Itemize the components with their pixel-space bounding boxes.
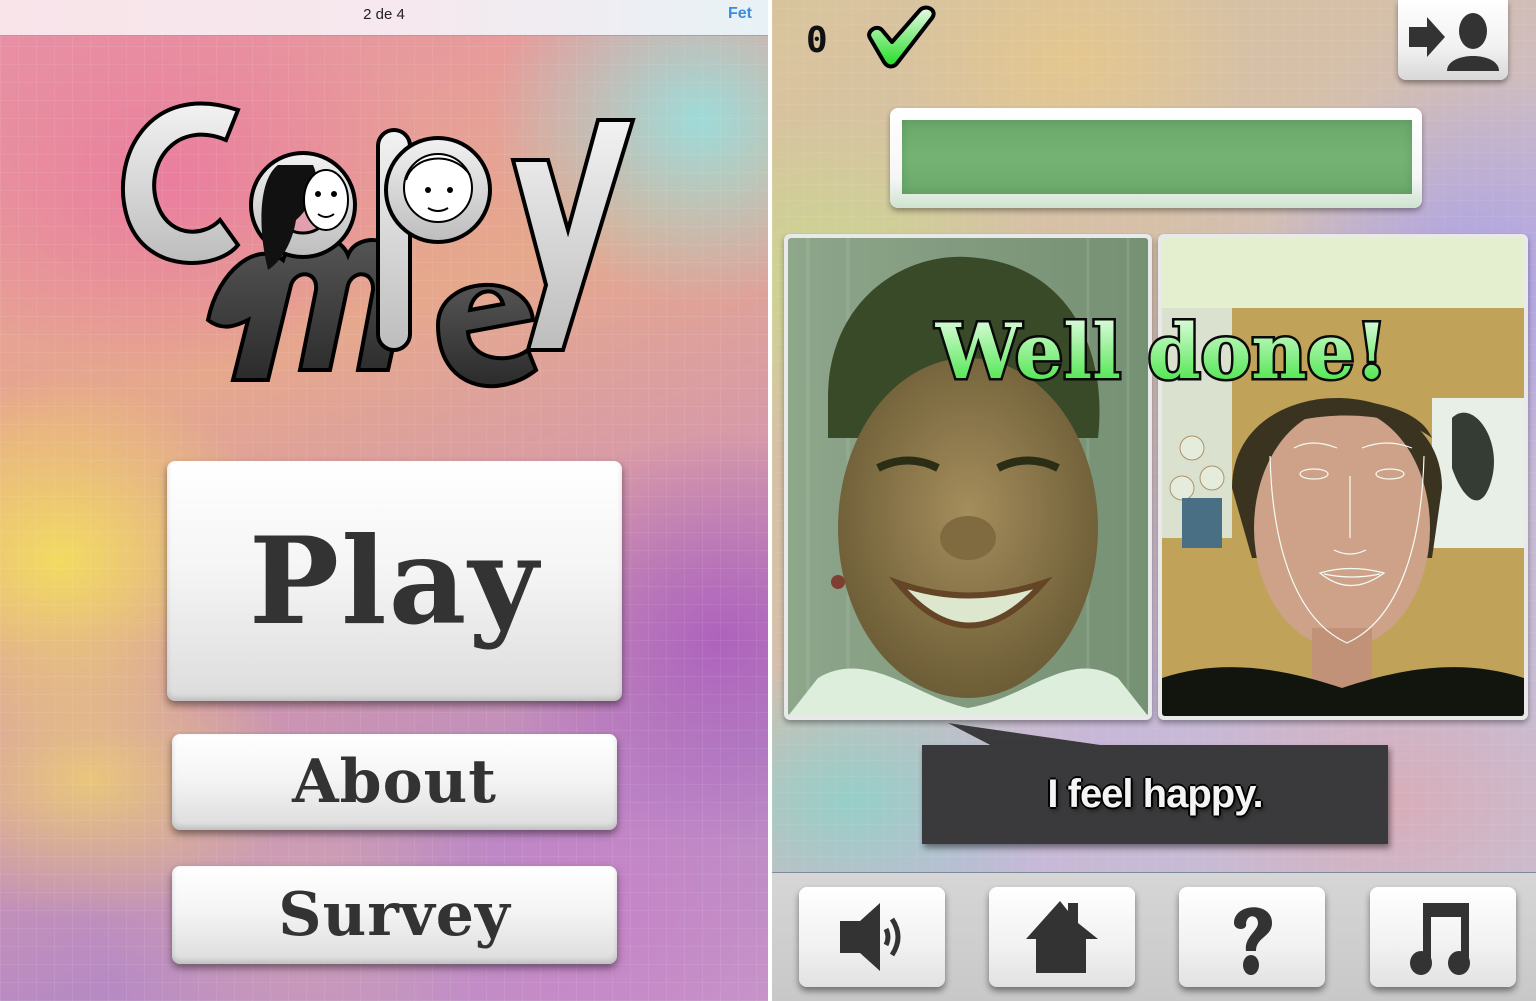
play-button[interactable]: Play	[167, 461, 622, 701]
survey-button[interactable]: Survey	[172, 866, 617, 964]
progress-fill	[902, 120, 1412, 194]
play-label: Play	[248, 510, 541, 652]
page-indicator: 2 de 4	[363, 6, 405, 23]
emotion-caption: I feel happy.	[1047, 772, 1263, 816]
screen-divider	[768, 0, 772, 1001]
green-checkmark-icon	[864, 4, 938, 70]
survey-label: Survey	[278, 880, 511, 950]
speaker-icon	[840, 903, 901, 971]
ios-navigation-bar: 2 de 4 Fet	[0, 0, 768, 36]
music-button[interactable]	[1370, 887, 1516, 987]
question-icon	[1234, 907, 1272, 975]
switch-user-button[interactable]	[1398, 0, 1508, 80]
home-icon	[1026, 901, 1098, 973]
logo-me-letters	[205, 234, 539, 389]
emotion-caption-bubble: I feel happy.	[922, 745, 1388, 844]
progress-bar	[890, 108, 1422, 208]
copyme-logo	[108, 70, 668, 400]
progress-track	[902, 120, 1412, 194]
about-button[interactable]: About	[172, 734, 617, 830]
logo-face-boy	[403, 153, 473, 223]
music-note-icon	[1410, 903, 1470, 975]
done-button[interactable]: Fet	[728, 5, 752, 23]
about-label: About	[292, 747, 497, 817]
switch-user-icon	[1409, 13, 1499, 71]
well-done-feedback: Well done!	[902, 300, 1422, 400]
score-counter: 0	[806, 20, 828, 61]
bottom-toolbar	[772, 872, 1536, 1001]
home-button[interactable]	[989, 887, 1135, 987]
help-button[interactable]	[1179, 887, 1325, 987]
well-done-text: Well done!	[935, 307, 1389, 396]
logo-graphic	[121, 101, 636, 389]
game-screen: 0 Well done! I feel happy.	[772, 0, 1536, 1001]
sound-button[interactable]	[799, 887, 945, 987]
main-menu-screen: 2 de 4 Fet Play About Survey	[0, 0, 768, 1001]
logo-copy-letters	[121, 101, 636, 352]
